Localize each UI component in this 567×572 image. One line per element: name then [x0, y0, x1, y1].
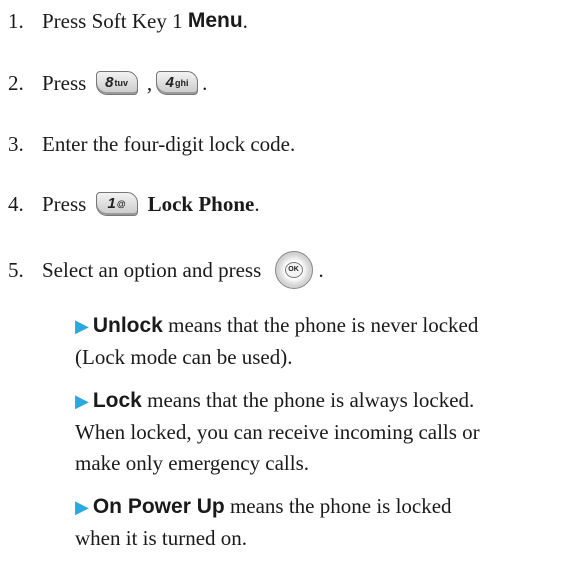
step-text: Press: [42, 192, 92, 216]
option-desc: means that the phone is never locked: [162, 313, 479, 337]
option-desc: when it is turned on.: [75, 526, 248, 550]
step-punct: .: [318, 258, 324, 282]
ok-key-icon: OK: [274, 251, 313, 289]
option-desc: means that the phone is always locked.: [141, 388, 475, 412]
step-separator: ,: [141, 71, 153, 95]
lock-phone-label: Lock Phone: [147, 192, 255, 216]
option-desc: When locked, you can receive incoming ca…: [75, 420, 480, 444]
step-5: 5. Select an option and press OK .: [8, 251, 324, 289]
key-8-icon: 8tuv: [95, 71, 138, 95]
step-text: Press Soft Key 1: [42, 9, 188, 33]
step-punct: .: [202, 71, 208, 95]
option-on-power-up: ▶ On Power Up means the phone is locked w…: [75, 491, 545, 554]
step-4: 4. Press 1@ Lock Phone .: [8, 191, 260, 217]
key-4-icon: 4ghi: [156, 71, 199, 95]
option-desc: means the phone is locked: [224, 494, 452, 518]
step-punct: .: [254, 192, 260, 216]
step-1: 1. Press Soft Key 1 Menu .: [8, 8, 248, 34]
step-2: 2. Press 8tuv , 4ghi .: [8, 70, 207, 96]
option-unlock: ▶ Unlock means that the phone is never lo…: [75, 310, 545, 373]
play-arrow-icon: ▶: [75, 316, 89, 336]
step-number: 3.: [8, 132, 24, 156]
step-number: 4.: [8, 192, 24, 216]
option-term: Unlock: [92, 314, 163, 337]
step-text: Press: [42, 71, 92, 95]
key-1-icon: 1@: [95, 192, 138, 216]
option-lock: ▶ Lock means that the phone is always loc…: [75, 385, 545, 479]
play-arrow-icon: ▶: [75, 497, 89, 517]
step-punct: .: [242, 9, 248, 33]
step-text: Select an option and press: [42, 258, 267, 282]
step-number: 1.: [8, 9, 24, 33]
step-number: 5.: [8, 258, 24, 282]
step-text: Enter the four-digit lock code.: [42, 132, 296, 156]
menu-label: Menu: [187, 9, 243, 32]
option-term: On Power Up: [92, 495, 225, 518]
option-term: Lock: [92, 389, 142, 412]
option-desc: make only emergency calls.: [75, 451, 310, 475]
step-3: 3. Enter the four-digit lock code.: [8, 131, 295, 157]
step-number: 2.: [8, 71, 24, 95]
option-desc: (Lock mode can be used).: [75, 345, 293, 369]
play-arrow-icon: ▶: [75, 391, 89, 411]
page: { "steps": [ {"num": "1.", "pre": "Press…: [0, 0, 567, 572]
